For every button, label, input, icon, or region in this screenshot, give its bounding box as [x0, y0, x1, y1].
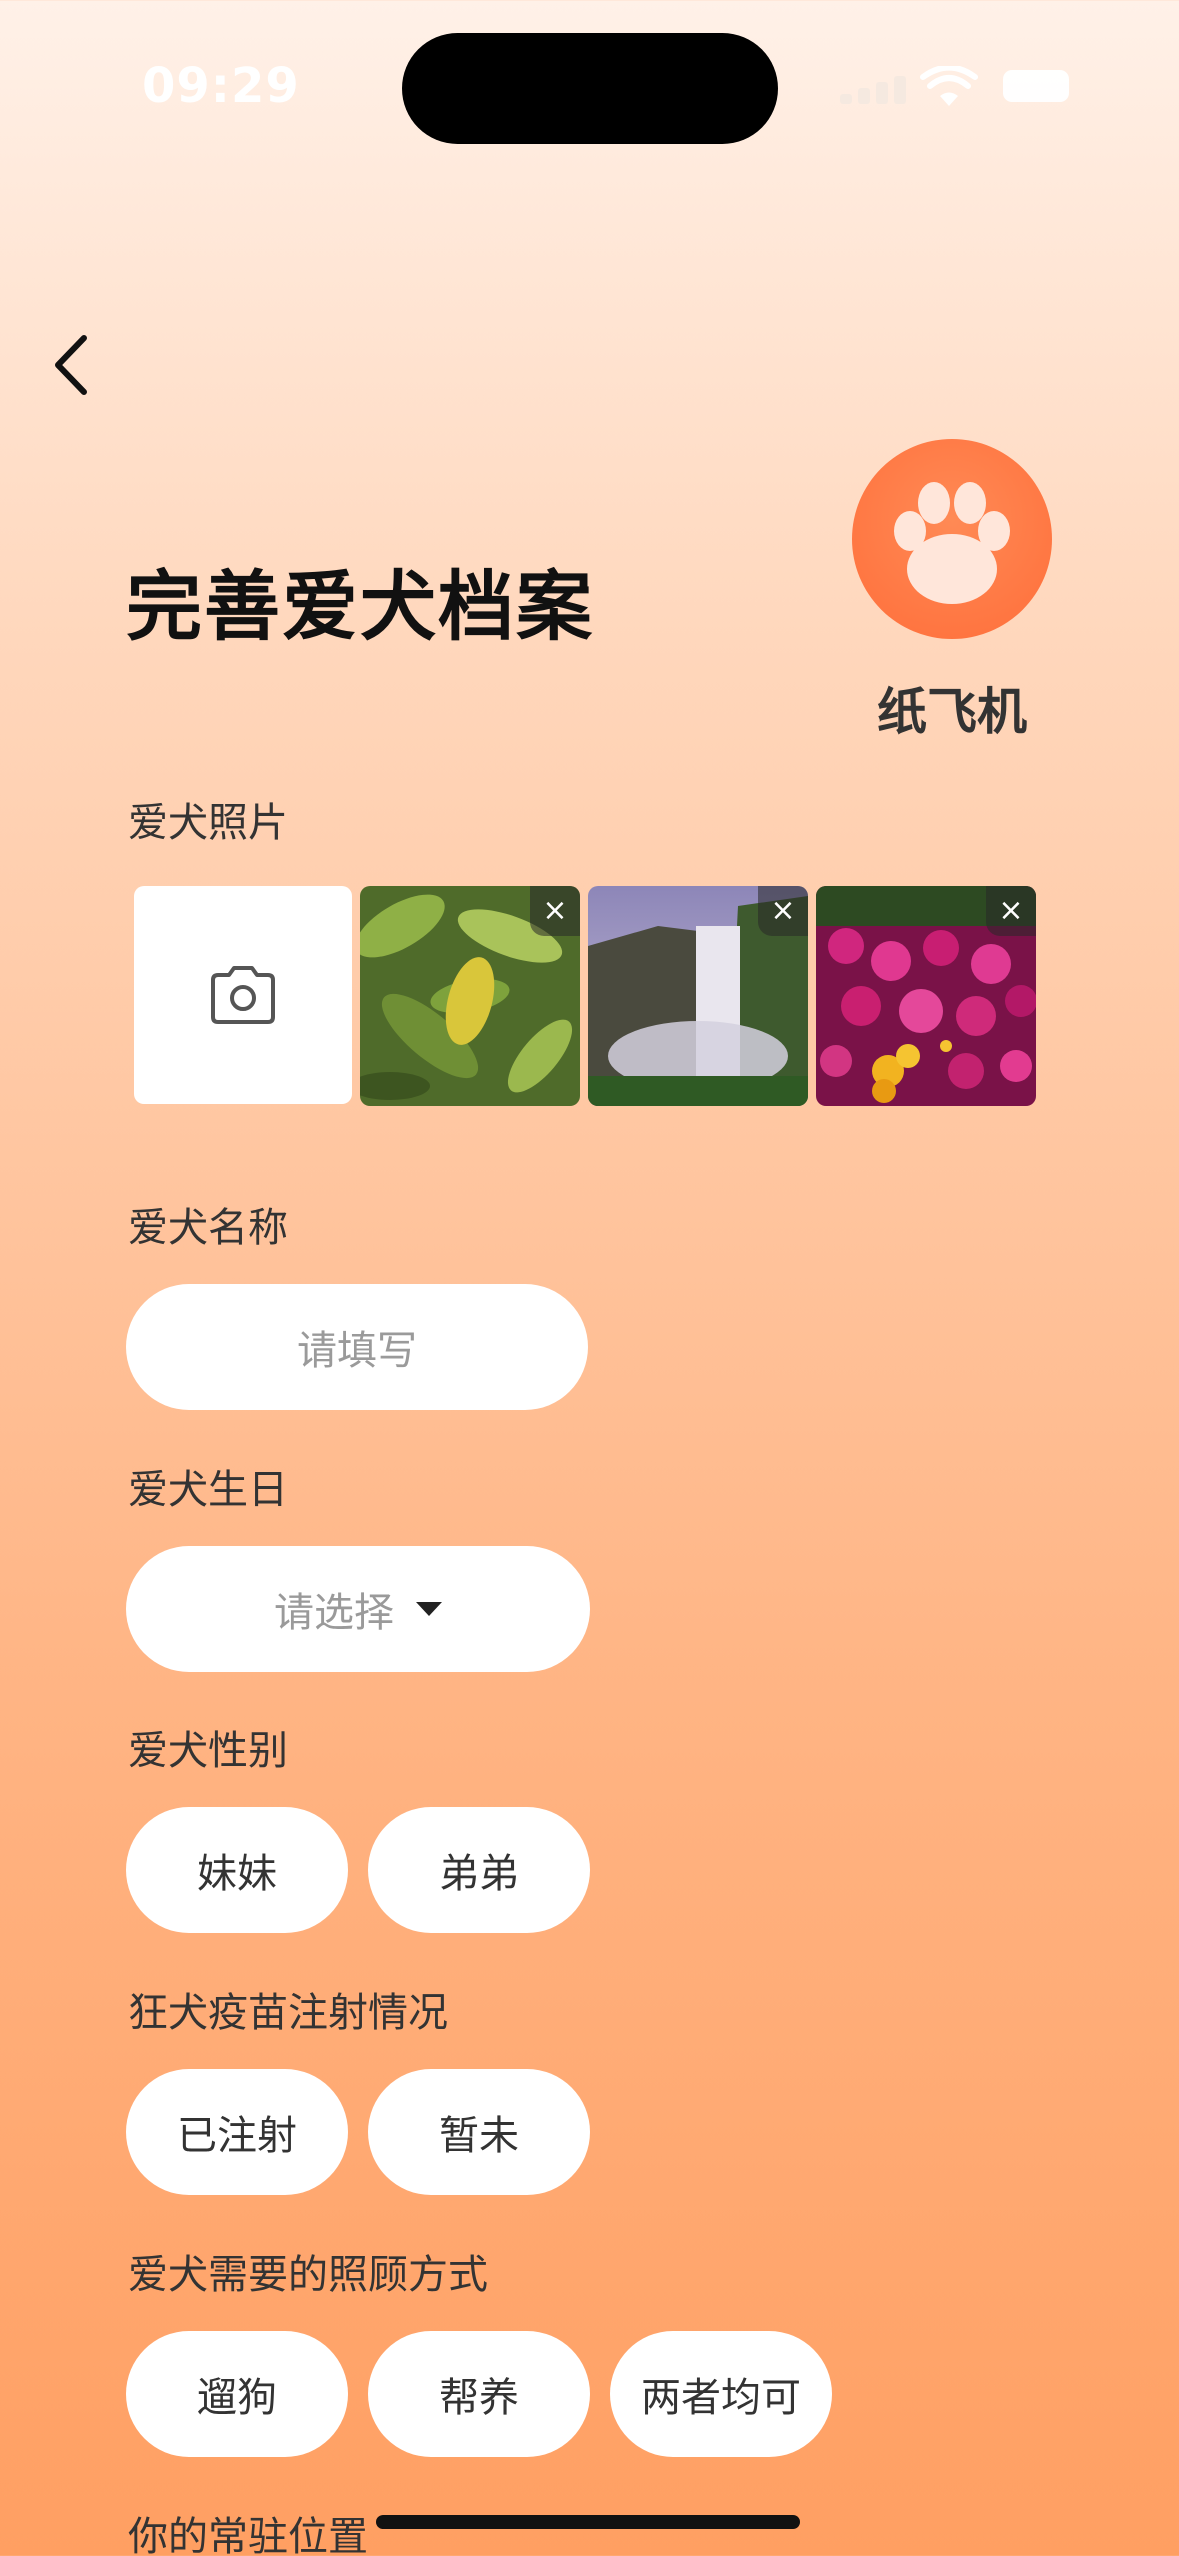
vaccine-option-done[interactable]: 已注射 — [126, 2069, 348, 2195]
wifi-icon — [920, 66, 978, 106]
care-option-foster[interactable]: 帮养 — [368, 2331, 590, 2457]
close-icon[interactable]: × — [986, 886, 1036, 936]
camera-icon — [211, 966, 275, 1024]
caret-down-icon — [416, 1602, 442, 1616]
birthday-select[interactable]: 请选择 — [126, 1546, 590, 1672]
paw-icon — [894, 482, 1010, 604]
close-icon[interactable]: × — [758, 886, 808, 936]
page-title: 完善爱犬档案 — [126, 562, 594, 651]
location-label: 你的常驻位置 — [128, 2514, 368, 2556]
vaccine-label: 狂犬疫苗注射情况 — [128, 1990, 448, 2036]
user-nickname: 纸飞机 — [877, 683, 1027, 741]
vaccine-option-not-yet[interactable]: 暂未 — [368, 2069, 590, 2195]
gender-option-brother[interactable]: 弟弟 — [368, 1807, 590, 1933]
dynamic-island — [402, 33, 778, 144]
avatar[interactable] — [852, 439, 1052, 639]
battery-icon — [1003, 70, 1069, 102]
photos-label: 爱犬照片 — [128, 800, 288, 846]
photo-thumbnail[interactable]: × — [588, 886, 808, 1106]
back-arrow-icon[interactable] — [48, 330, 98, 400]
care-option-walk[interactable]: 遛狗 — [126, 2331, 348, 2457]
birthday-placeholder: 请选择 — [274, 1590, 394, 1636]
name-label: 爱犬名称 — [128, 1205, 288, 1251]
photo-thumbnail[interactable]: × — [816, 886, 1036, 1106]
gender-label: 爱犬性别 — [128, 1728, 288, 1774]
photo-thumbnail[interactable]: × — [360, 886, 580, 1106]
add-photo-button[interactable] — [134, 886, 352, 1104]
name-placeholder: 请填写 — [297, 1328, 417, 1374]
close-icon[interactable]: × — [530, 886, 580, 936]
gender-option-sister[interactable]: 妹妹 — [126, 1807, 348, 1933]
care-option-both[interactable]: 两者均可 — [610, 2331, 832, 2457]
birthday-label: 爱犬生日 — [128, 1467, 288, 1513]
cellular-signal-icon — [840, 74, 910, 104]
care-label: 爱犬需要的照顾方式 — [128, 2252, 488, 2298]
name-input[interactable]: 请填写 — [126, 1284, 588, 1410]
status-time: 09:29 — [142, 58, 300, 114]
home-indicator — [376, 2515, 800, 2529]
